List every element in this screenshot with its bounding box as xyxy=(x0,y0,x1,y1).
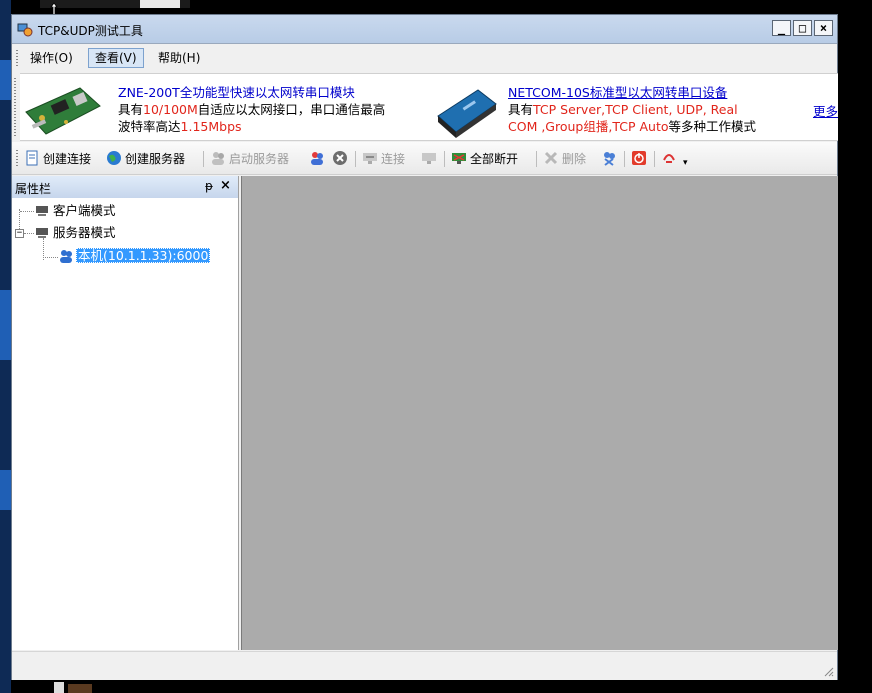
close-server-button[interactable] xyxy=(332,150,351,168)
stop-server-button[interactable] xyxy=(309,150,328,168)
desktop-icon-fragment xyxy=(54,682,92,693)
toolbar-separator xyxy=(355,151,356,167)
maximize-button[interactable]: □ xyxy=(793,20,812,36)
ad-banner: ZNE-200T全功能型快速以太网转串口模块 具有10/100M自适应以太网接口… xyxy=(14,73,838,141)
tree-label: 服务器模式 xyxy=(53,225,116,240)
menu-help[interactable]: 帮助(H) xyxy=(152,48,206,68)
start-server-button[interactable]: 启动服务器 xyxy=(210,150,289,168)
title-bar[interactable]: TCP&UDP测试工具 _ □ × xyxy=(12,15,837,44)
ad-text: 波特率高达 xyxy=(118,119,181,134)
stop-circle-icon xyxy=(333,151,347,165)
create-server-button[interactable]: 创建服务器 xyxy=(106,150,185,168)
ad-title-zne200t[interactable]: ZNE-200T全功能型快速以太网转串口模块 xyxy=(118,85,355,100)
tree-line xyxy=(43,257,58,258)
network-connect-icon xyxy=(363,153,377,164)
ad-text: 等多种工作模式 xyxy=(668,119,757,134)
toolbar-separator xyxy=(624,151,625,167)
ad-highlight: 10/100M xyxy=(143,102,198,117)
computer-icon xyxy=(36,228,48,238)
exit-icon xyxy=(663,154,675,163)
ad-highlight: COM ,Group组播,TCP Auto xyxy=(508,119,669,134)
resize-grip-icon[interactable] xyxy=(822,665,834,677)
menu-operate[interactable]: 操作(O) xyxy=(24,48,79,68)
delete-icon xyxy=(544,151,558,165)
create-connection-label: 创建连接 xyxy=(43,152,92,166)
menu-bar: 操作(O) 查看(V) 帮助(H) xyxy=(12,45,837,71)
start-server-label: 启动服务器 xyxy=(229,152,290,166)
connect-label: 连接 xyxy=(381,152,406,166)
globe-icon xyxy=(107,151,121,165)
pin-icon[interactable]: ᵽ xyxy=(205,179,213,193)
create-connection-button[interactable]: 创建连接 xyxy=(24,150,91,168)
power-icon xyxy=(632,151,646,165)
tree-item-client-mode[interactable]: 客户端模式 xyxy=(35,202,116,220)
main-window: TCP&UDP测试工具 _ □ × 操作(O) 查看(V) 帮助(H) ZNE-20… xyxy=(11,14,838,680)
toolbar-overflow-chevron-icon[interactable]: ▾ xyxy=(683,154,688,172)
workspace-area[interactable] xyxy=(241,176,838,650)
create-server-label: 创建服务器 xyxy=(125,152,186,166)
tree-item-server-mode[interactable]: 服务器模式 xyxy=(35,224,116,242)
ad-title-netcom10s[interactable]: NETCOM-10S标准型以太网转串口设备 xyxy=(508,85,727,100)
desktop-edge xyxy=(0,0,11,693)
more-link[interactable]: 更多 xyxy=(813,101,838,120)
delete-button[interactable]: 删除 xyxy=(543,150,586,168)
property-panel: 属性栏 ᵽ × 客户端模式 − 服务器模式 本机(10.1.1.33):6000 xyxy=(12,176,239,650)
tree-line xyxy=(24,233,34,234)
tree-line xyxy=(19,209,20,229)
tree-label-selected: 本机(10.1.1.33):6000 xyxy=(76,248,211,263)
module-board-image xyxy=(25,87,101,135)
status-bar xyxy=(12,651,837,680)
toolbar-separator xyxy=(536,151,537,167)
ad-highlight: TCP Server,TCP Client, UDP, Real xyxy=(533,102,738,117)
minimize-button[interactable]: _ xyxy=(772,20,791,36)
ad-highlight: 1.15Mbps xyxy=(180,119,242,134)
users-stop-icon xyxy=(311,152,323,165)
disconnect-all-icon xyxy=(452,153,466,164)
ad-item-netcom10s[interactable]: NETCOM-10S标准型以太网转串口设备 具有TCP Server,TCP C… xyxy=(432,74,802,140)
disconnect-button[interactable] xyxy=(421,150,440,168)
toolbar-grip[interactable] xyxy=(16,150,18,168)
power-button[interactable] xyxy=(631,150,650,168)
panel-title: 属性栏 xyxy=(15,182,52,196)
close-button[interactable]: × xyxy=(814,20,833,36)
ad-item-zne200t[interactable]: ZNE-200T全功能型快速以太网转串口模块 具有10/100M自适应以太网接口… xyxy=(20,74,430,140)
ad-text: 自适应以太网接口，串口通信最高 xyxy=(197,102,386,117)
serial-server-device-image xyxy=(437,89,497,138)
menu-view[interactable]: 查看(V) xyxy=(88,48,144,68)
users-icon xyxy=(212,152,224,165)
tree-collapse-toggle[interactable]: − xyxy=(15,229,24,238)
delete-label: 删除 xyxy=(562,152,587,166)
panel-close-button[interactable]: × xyxy=(220,178,231,193)
new-connection-icon xyxy=(26,150,38,166)
users-icon xyxy=(60,250,72,263)
toolbar-separator xyxy=(203,151,204,167)
menu-grip[interactable] xyxy=(16,50,18,66)
computer-icon xyxy=(36,206,48,216)
window-title: TCP&UDP测试工具 xyxy=(38,24,143,38)
panel-header: 属性栏 ᵽ × xyxy=(12,176,238,198)
disconnect-all-label: 全部断开 xyxy=(470,152,519,166)
ad-text: 具有 xyxy=(118,102,144,117)
disconnect-all-button[interactable]: 全部断开 xyxy=(451,150,518,168)
banner-grip[interactable] xyxy=(14,78,16,136)
toolbar: 创建连接 创建服务器 启动服务器 连接 全部断开 删除 ▾ xyxy=(12,142,837,175)
tree-line xyxy=(20,211,34,212)
network-disconnect-icon xyxy=(422,153,436,164)
exit-button[interactable] xyxy=(661,150,680,168)
users-delete-icon xyxy=(604,152,615,166)
tree-label: 客户端模式 xyxy=(53,203,116,218)
tree-item-local-server[interactable]: 本机(10.1.1.33):6000 xyxy=(58,247,211,265)
toolbar-separator xyxy=(654,151,655,167)
desktop-taskbar-fragment xyxy=(40,0,190,8)
clear-button[interactable] xyxy=(601,150,620,168)
connect-button[interactable]: 连接 xyxy=(362,150,405,168)
app-icon xyxy=(17,23,33,37)
ad-text: 具有 xyxy=(508,102,534,117)
toolbar-separator xyxy=(444,151,445,167)
